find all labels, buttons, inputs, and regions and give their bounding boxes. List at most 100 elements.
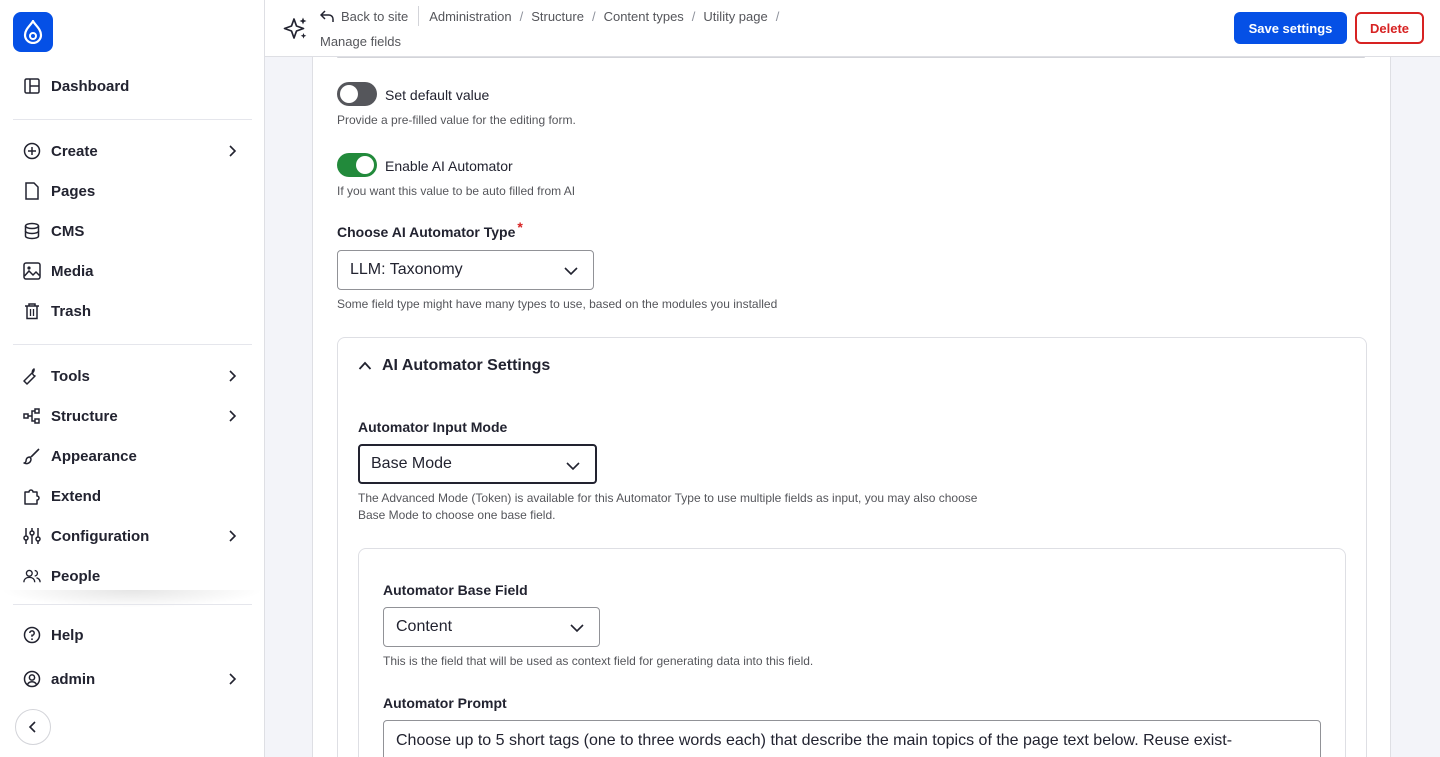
sidebar-item-create[interactable]: Create: [13, 133, 252, 169]
input-mode-description: The Advanced Mode (Token) is available f…: [358, 491, 978, 522]
help-icon: [23, 626, 41, 644]
sidebar-item-help[interactable]: Help: [13, 617, 252, 653]
toggle-knob: [356, 156, 374, 174]
base-field-select[interactable]: Content: [383, 607, 600, 647]
automator-type-label: Choose AI Automator Type *: [337, 219, 523, 240]
enable-ai-automator-toggle[interactable]: [337, 153, 377, 177]
prompt-textarea[interactable]: Choose up to 5 short tags (one to three …: [383, 720, 1321, 757]
collapse-sidebar-button[interactable]: [15, 709, 51, 745]
breadcrumb-content-types[interactable]: Content types: [604, 9, 684, 24]
sidebar-item-label: admin: [51, 670, 96, 688]
dashboard-icon: [23, 77, 41, 95]
breadcrumb-separator: /: [775, 8, 780, 24]
back-arrow-icon: [320, 10, 334, 22]
sidebar-item-structure[interactable]: Structure: [13, 398, 252, 434]
breadcrumb-separator: /: [519, 8, 524, 24]
input-mode-value: Base Mode: [371, 455, 452, 472]
set-default-value-description: Provide a pre-filled value for the editi…: [337, 113, 576, 127]
ai-automator-settings-title: AI Automator Settings: [382, 357, 551, 374]
breadcrumb-administration[interactable]: Administration: [429, 9, 511, 24]
breadcrumb-current: Manage fields: [320, 34, 401, 49]
automator-type-label-text: Choose AI Automator Type: [337, 224, 516, 240]
automator-type-description: Some field type might have many types to…: [337, 297, 778, 311]
scroll-shadow: [0, 590, 264, 608]
sidebar-item-label: CMS: [51, 222, 85, 240]
chevron-right-icon: [229, 530, 237, 542]
automator-type-select[interactable]: LLM: Taxonomy: [337, 250, 594, 290]
sidebar-item-label: Trash: [51, 302, 92, 320]
user-icon: [23, 670, 41, 688]
sidebar-item-label: Help: [51, 626, 84, 644]
sidebar-item-label: Create: [51, 142, 98, 160]
sidebar-item-appearance[interactable]: Appearance: [13, 438, 252, 474]
chevron-left-icon: [28, 721, 36, 733]
toggle-knob: [340, 85, 358, 103]
sidebar-item-label: Tools: [51, 367, 90, 385]
input-mode-select[interactable]: Base Mode: [358, 444, 597, 484]
breadcrumb-structure[interactable]: Structure: [531, 9, 584, 24]
base-field-value: Content: [396, 618, 453, 635]
sidebar-item-label: Pages: [51, 182, 96, 200]
sidebar-item-configuration[interactable]: Configuration: [13, 518, 252, 554]
sidebar-item-label: Media: [51, 262, 94, 280]
image-icon: [23, 262, 41, 280]
sidebar-item-pages[interactable]: Pages: [13, 173, 252, 209]
page-icon: [23, 182, 41, 200]
ai-sparkle-icon[interactable]: [283, 16, 309, 42]
sliders-icon: [23, 527, 41, 545]
enable-ai-automator-label: Enable AI Automator: [385, 158, 513, 174]
drop-icon: [23, 20, 43, 44]
sidebar-item-label: Configuration: [51, 527, 150, 545]
set-default-value-label: Set default value: [385, 87, 490, 103]
automator-type-value: LLM: Taxonomy: [350, 261, 463, 278]
puzzle-icon: [23, 487, 41, 505]
sidebar-item-dashboard[interactable]: Dashboard: [13, 68, 252, 104]
chevron-right-icon: [229, 370, 237, 382]
brush-icon: [23, 447, 41, 465]
chevron-down-icon: [570, 624, 584, 633]
divider: [13, 119, 252, 120]
plus-circle-icon: [23, 142, 41, 160]
sidebar-item-cms[interactable]: CMS: [13, 213, 252, 249]
sidebar-item-label: Appearance: [51, 447, 137, 465]
save-settings-button[interactable]: Save settings: [1234, 12, 1347, 44]
drupal-logo[interactable]: [13, 12, 53, 52]
structure-icon: [23, 407, 41, 425]
breadcrumb-divider: [418, 6, 420, 26]
sidebar-item-media[interactable]: Media: [13, 253, 252, 289]
breadcrumb-separator: /: [691, 8, 696, 24]
required-marker: *: [517, 219, 523, 235]
section-bottom-edge: [337, 57, 1365, 58]
chevron-down-icon: [564, 267, 578, 276]
prompt-label: Automator Prompt: [383, 695, 507, 711]
base-field-label: Automator Base Field: [383, 582, 528, 598]
sidebar-item-label: People: [51, 567, 101, 585]
sidebar-item-people[interactable]: People: [13, 558, 252, 594]
chevron-down-icon: [566, 462, 580, 471]
base-field-description: This is the field that will be used as c…: [383, 654, 814, 668]
breadcrumb: Back to site Administration / Structure …: [320, 6, 787, 26]
chevron-up-icon: [358, 361, 372, 370]
divider: [13, 604, 252, 605]
sidebar-item-trash[interactable]: Trash: [13, 293, 252, 329]
ai-automator-settings-toggle[interactable]: AI Automator Settings: [358, 357, 550, 375]
enable-ai-automator-description: If you want this value to be auto filled…: [337, 184, 576, 198]
back-to-site-link[interactable]: Back to site: [320, 9, 408, 24]
people-icon: [23, 567, 41, 585]
sidebar: Dashboard Create Pages CMS Media Trash T…: [0, 0, 265, 757]
breadcrumb-utility-page[interactable]: Utility page: [703, 9, 767, 24]
database-icon: [23, 222, 41, 240]
delete-button[interactable]: Delete: [1355, 12, 1424, 44]
sidebar-item-label: Dashboard: [51, 77, 130, 95]
input-mode-label: Automator Input Mode: [358, 419, 508, 435]
sidebar-item-label: Extend: [51, 487, 102, 505]
sidebar-item-extend[interactable]: Extend: [13, 478, 252, 514]
set-default-value-toggle[interactable]: [337, 82, 377, 106]
sidebar-item-label: Structure: [51, 407, 118, 425]
chevron-right-icon: [229, 145, 237, 157]
breadcrumb-separator: /: [591, 8, 596, 24]
sidebar-item-admin[interactable]: admin: [13, 661, 252, 697]
chevron-right-icon: [229, 673, 237, 685]
divider: [13, 344, 252, 345]
sidebar-item-tools[interactable]: Tools: [13, 358, 252, 394]
